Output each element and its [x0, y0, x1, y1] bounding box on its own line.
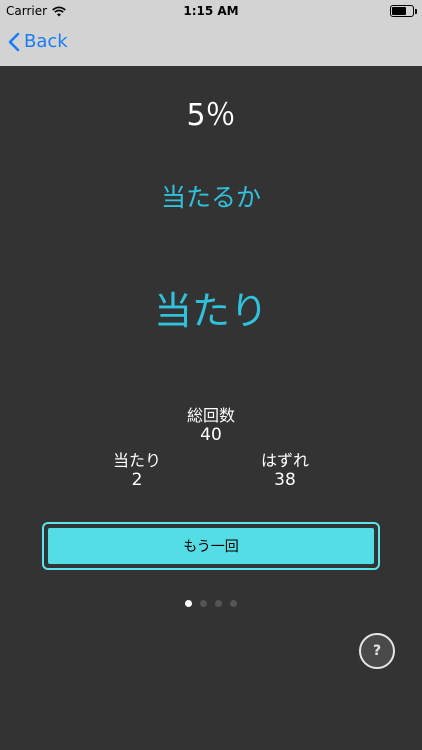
- status-right: [390, 5, 417, 17]
- help-button[interactable]: ?: [359, 633, 395, 669]
- page-dot[interactable]: [200, 600, 207, 607]
- page-dot[interactable]: [185, 600, 192, 607]
- back-button[interactable]: Back: [8, 31, 68, 52]
- total-count-value: 40: [200, 425, 222, 445]
- chevron-left-icon: [8, 32, 20, 51]
- back-label: Back: [24, 31, 68, 52]
- question-label: 当たるか: [160, 183, 261, 212]
- page-dot[interactable]: [215, 600, 222, 607]
- status-time: 1:15 AM: [183, 4, 239, 18]
- status-bar: Carrier 1:15 AM: [0, 0, 422, 22]
- probability-percent: 5％: [186, 98, 236, 133]
- battery-icon: [390, 5, 417, 17]
- page-dot[interactable]: [230, 600, 237, 607]
- miss-count-value: 38: [274, 470, 296, 490]
- hit-count-value: 2: [131, 470, 143, 490]
- total-count-label: 総回数: [186, 406, 235, 425]
- main-content: 5％ 当たるか 当たり 総回数 40 当たり 2 はずれ 38 もう一回 ?: [0, 66, 422, 750]
- page-indicator[interactable]: [0, 600, 422, 607]
- miss-count-label: はずれ: [260, 451, 309, 470]
- retry-button-frame: もう一回: [42, 522, 380, 570]
- navigation-bar: Back: [0, 22, 422, 66]
- battery-fill: [392, 7, 406, 15]
- retry-button[interactable]: もう一回: [46, 526, 376, 566]
- result-label: 当たり: [153, 289, 268, 333]
- hit-count-label: 当たり: [112, 451, 161, 470]
